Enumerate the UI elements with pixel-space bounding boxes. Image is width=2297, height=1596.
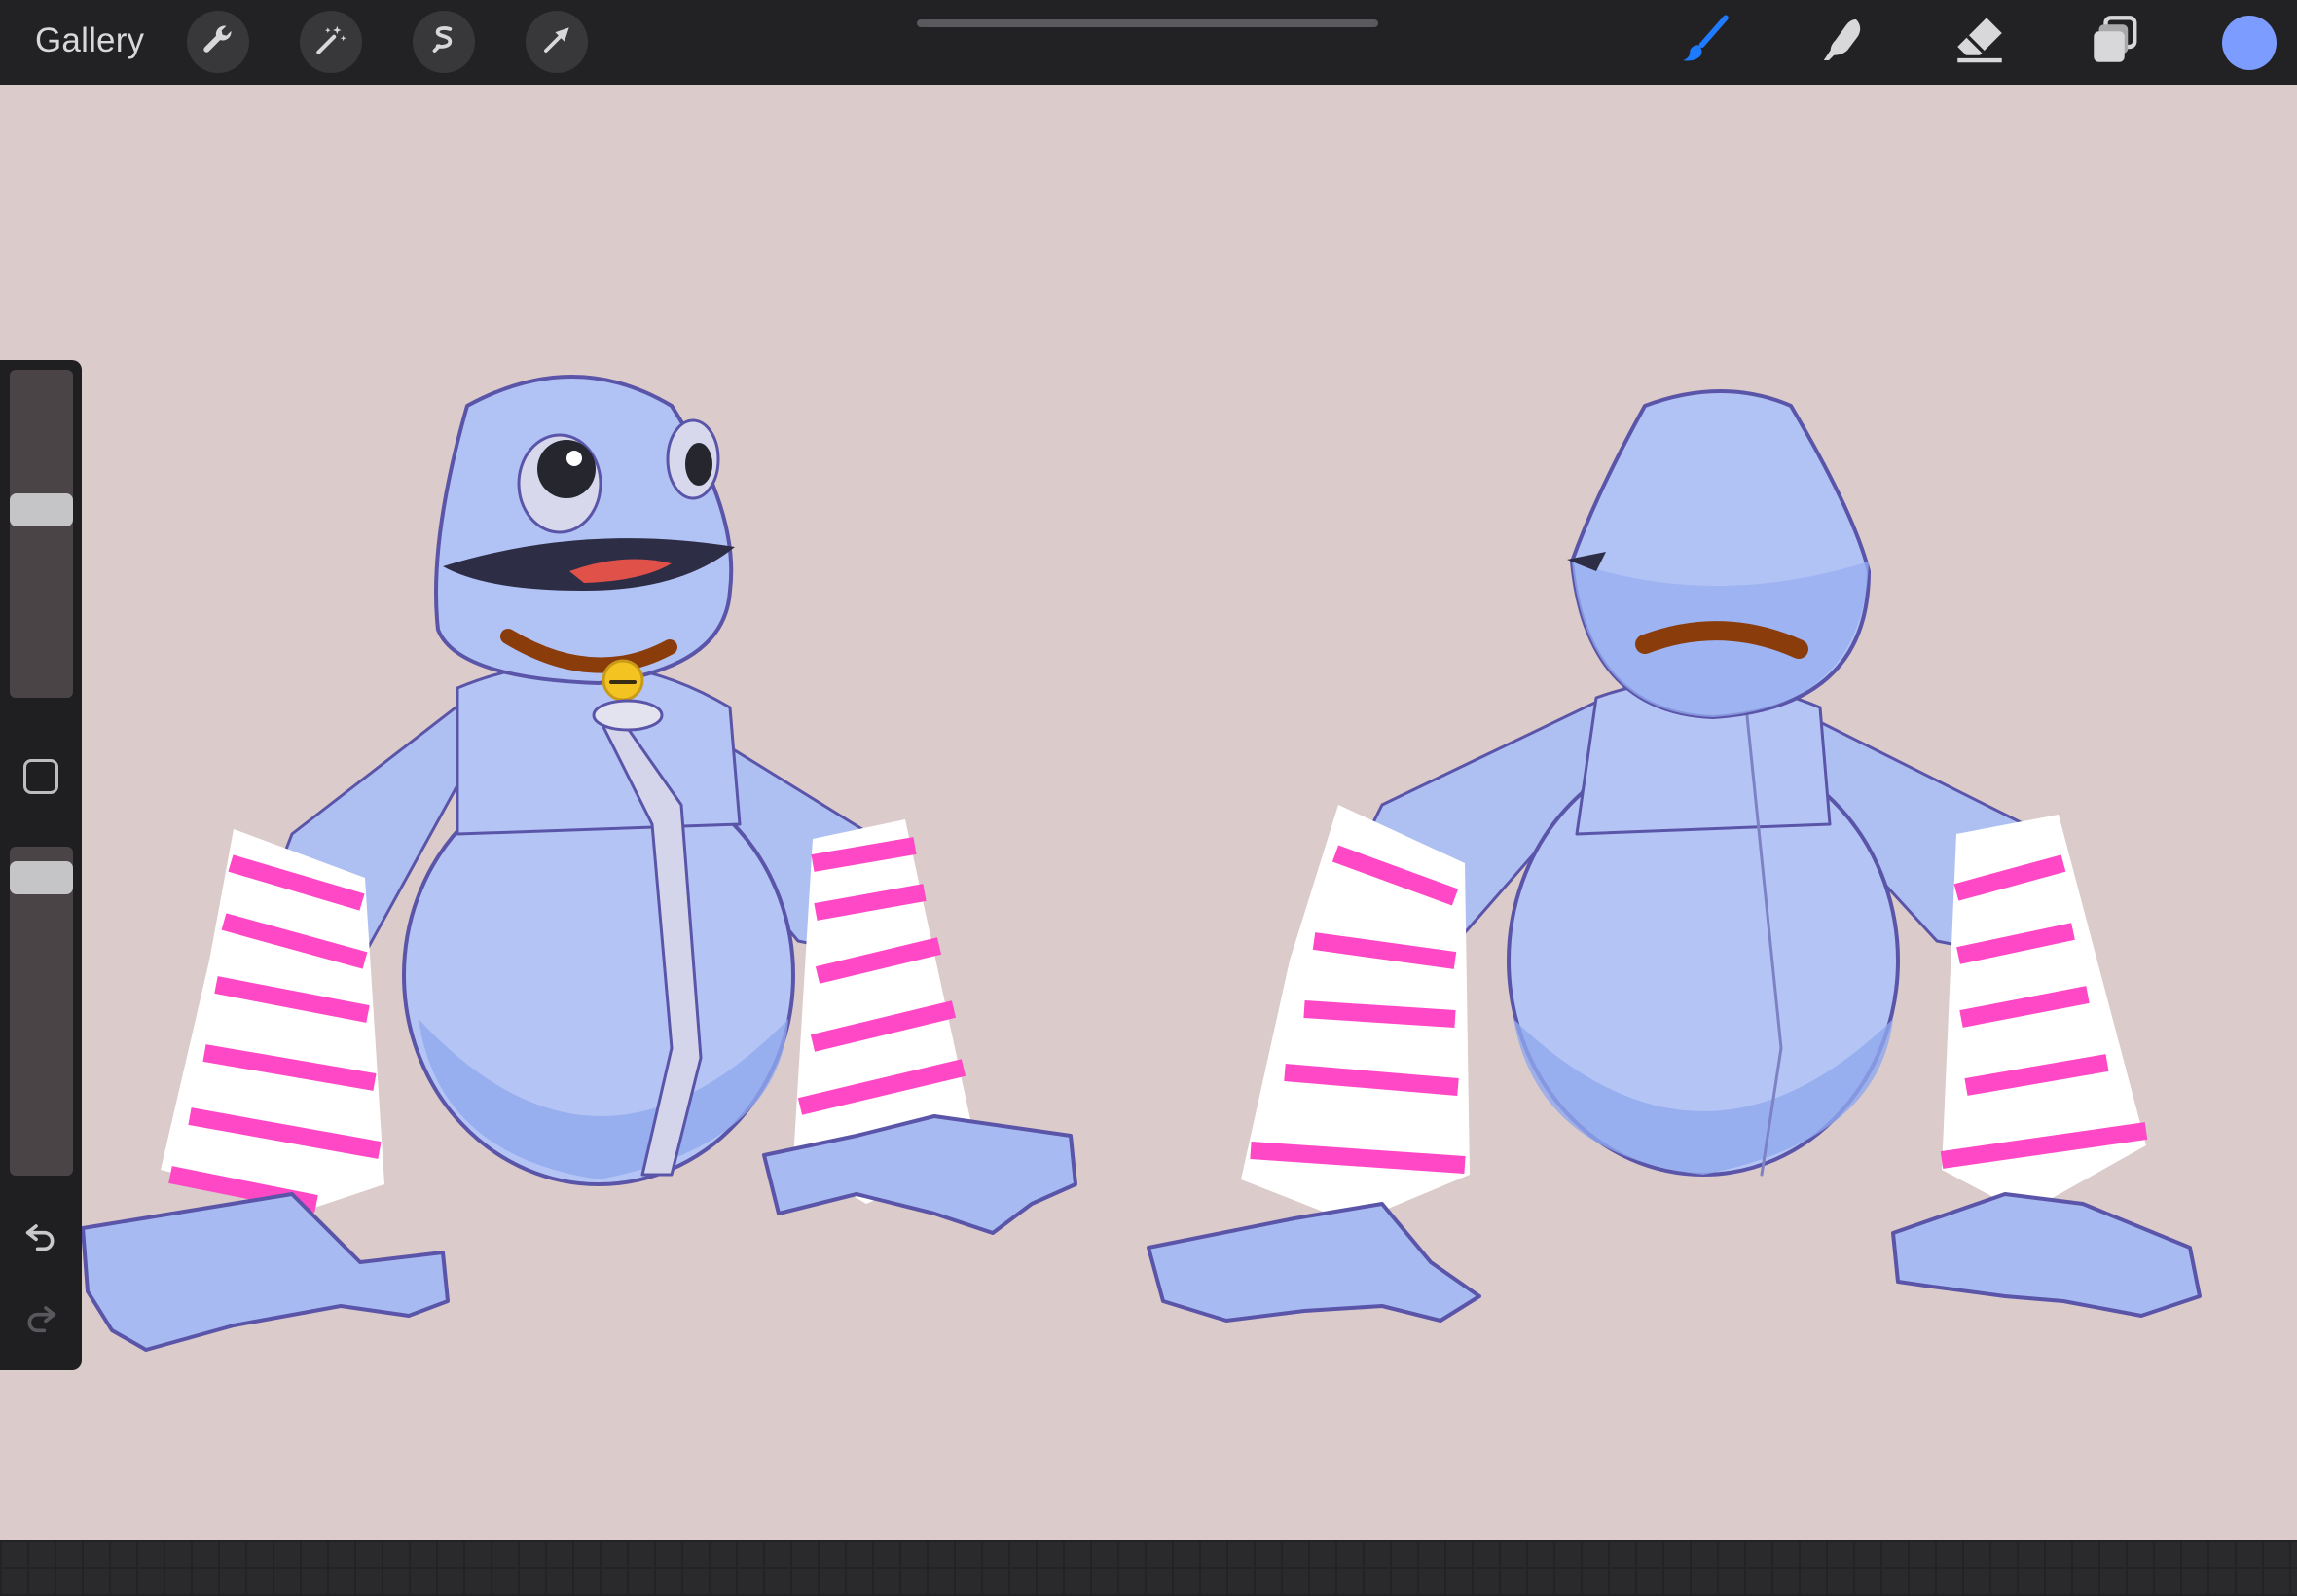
layers-icon [2089,13,2143,72]
brush-icon [1678,13,1732,72]
brush-opacity-thumb[interactable] [10,861,73,895]
gallery-button[interactable]: Gallery [35,21,144,60]
undo-arrow-icon [21,1216,60,1260]
brush-opacity-slider[interactable] [10,847,73,1176]
smudge-finger-icon [1815,13,1870,72]
layers-button[interactable] [2086,12,2146,72]
brush-size-thumb[interactable] [10,493,73,527]
selection-button[interactable] [413,11,475,73]
redo-button[interactable] [19,1298,62,1341]
brush-size-slider[interactable] [10,370,73,698]
top-grabber-handle[interactable] [917,19,1378,27]
color-swatch-button[interactable] [2222,16,2277,70]
back-view-character [1147,389,2202,1323]
erase-tool-button[interactable] [1950,12,2010,72]
adjustments-button[interactable] [300,11,362,73]
character-artwork [81,375,2202,1352]
undo-button[interactable] [19,1216,62,1259]
side-toolbar [0,360,82,1370]
magic-wand-icon [312,21,349,63]
bottom-grid-strip [0,1540,2297,1596]
selection-s-icon [425,21,462,63]
actions-button[interactable] [187,11,249,73]
arrow-cursor-icon [538,21,575,63]
top-toolbar: Gallery [0,0,2297,85]
modify-button[interactable] [23,759,58,794]
paint-tool-button[interactable] [1675,12,1735,72]
eraser-icon [1952,13,2007,72]
drawing-canvas[interactable] [0,85,2297,1540]
smudge-tool-button[interactable] [1812,12,1873,72]
front-view-character [81,375,1077,1352]
wrench-icon [200,21,237,63]
redo-arrow-icon [21,1298,60,1342]
transform-button[interactable] [526,11,588,73]
